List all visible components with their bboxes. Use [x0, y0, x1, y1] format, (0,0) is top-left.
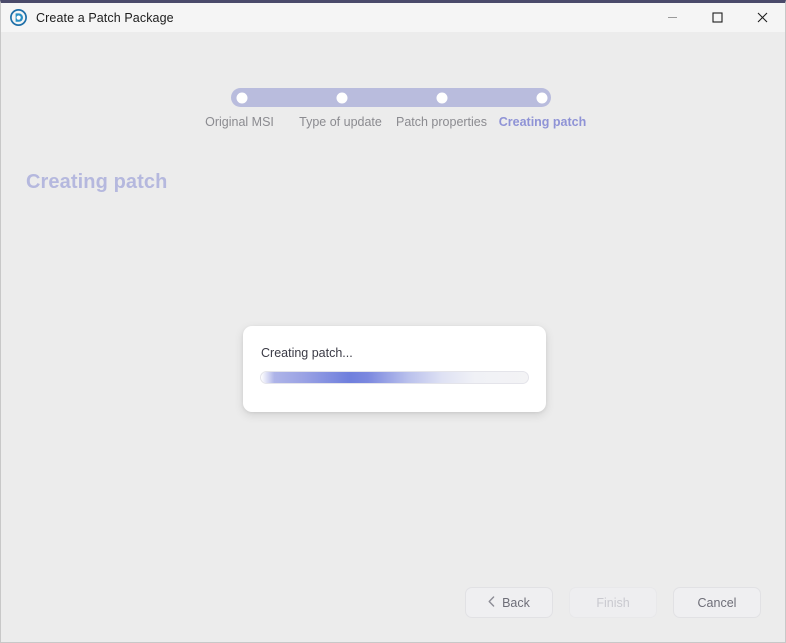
step-label-type-of-update[interactable]: Type of update — [290, 114, 391, 130]
stepper-labels: Original MSI Type of update Patch proper… — [189, 114, 593, 130]
application-window: Create a Patch Package Original MSI Type… — [0, 0, 786, 643]
progress-bar — [260, 371, 529, 384]
step-dot-patch-properties[interactable] — [435, 91, 449, 104]
minimize-icon[interactable] — [650, 3, 695, 32]
finish-button[interactable]: Finish — [569, 587, 657, 618]
step-label-original-msi[interactable]: Original MSI — [189, 114, 290, 130]
step-dot-original-msi[interactable] — [235, 91, 249, 104]
step-label-patch-properties[interactable]: Patch properties — [391, 114, 492, 130]
wizard-content: Original MSI Type of update Patch proper… — [1, 32, 785, 642]
footer-button-bar: Back Finish Cancel — [465, 587, 761, 618]
title-bar-left: Create a Patch Package — [1, 9, 174, 26]
finish-button-label: Finish — [596, 595, 630, 610]
step-label-creating-patch[interactable]: Creating patch — [492, 114, 593, 130]
close-icon[interactable] — [740, 3, 785, 32]
app-logo-icon — [10, 9, 27, 26]
title-bar: Create a Patch Package — [1, 3, 785, 32]
chevron-left-icon — [488, 595, 495, 610]
wizard-stepper: Original MSI Type of update Patch proper… — [205, 88, 586, 129]
back-button-label: Back — [502, 595, 530, 610]
maximize-icon[interactable] — [695, 3, 740, 32]
cancel-button[interactable]: Cancel — [673, 587, 761, 618]
stepper-track — [231, 88, 551, 107]
step-dot-creating-patch[interactable] — [535, 91, 549, 104]
window-controls — [650, 3, 785, 32]
cancel-button-label: Cancel — [697, 595, 737, 610]
progress-dialog: Creating patch... — [243, 326, 546, 412]
step-dot-type-of-update[interactable] — [335, 91, 349, 104]
progress-status-text: Creating patch... — [261, 346, 353, 360]
progress-bar-fill — [261, 372, 528, 383]
window-title: Create a Patch Package — [36, 10, 174, 25]
back-button[interactable]: Back — [465, 587, 553, 618]
page-title: Creating patch — [26, 171, 168, 193]
